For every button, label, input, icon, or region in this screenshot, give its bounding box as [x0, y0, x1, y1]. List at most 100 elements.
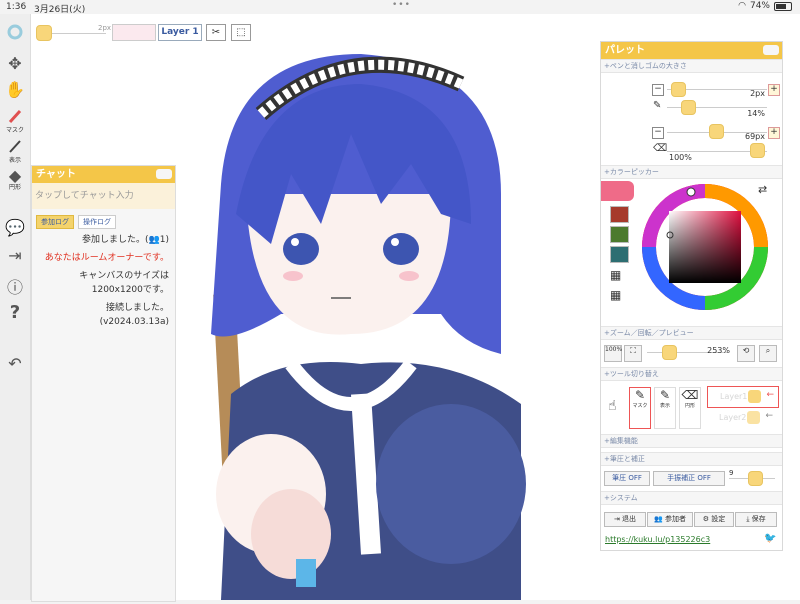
hand-correction-off-button[interactable]: 手振補正 OFF	[653, 471, 725, 486]
chat-icon[interactable]: 💬	[5, 218, 25, 237]
layer1-row[interactable]: Layer1 ←	[707, 386, 779, 408]
mask-pen-icon[interactable]: マスク	[5, 108, 25, 134]
mask-label: マスク	[5, 127, 24, 134]
shape-label: 円形	[8, 184, 21, 191]
swatch-grid-icon[interactable]: ▦	[610, 288, 621, 302]
palette-minimize-button[interactable]	[763, 45, 779, 55]
color-swatch[interactable]	[610, 226, 629, 243]
shape-tool-label: 円形	[684, 403, 695, 409]
chat-message: 接続しました。(v2024.03.13a)	[99, 303, 169, 327]
transform-icon[interactable]: ⬚	[231, 24, 251, 41]
pen-size-minus-button[interactable]: −	[652, 84, 664, 96]
current-color-swatch[interactable]	[112, 24, 156, 41]
current-color[interactable]	[601, 181, 634, 201]
scissors-icon[interactable]: ✂	[206, 24, 226, 41]
pressure-off-button[interactable]: 筆圧 OFF	[604, 471, 650, 486]
tab-join-log[interactable]: 参加ログ	[36, 215, 74, 229]
wifi-icon: ◠	[738, 1, 746, 11]
zoom-knob[interactable]	[662, 345, 677, 360]
settings-label: 設定	[711, 515, 726, 523]
section-pen-size[interactable]: +ペンと消しゴムの大きさ	[601, 59, 782, 73]
chat-input[interactable]: タップしてチャット入力	[32, 183, 175, 209]
layer1-label: Layer1	[720, 392, 748, 401]
add-swatch-icon[interactable]: ▦	[610, 268, 621, 282]
layer2-row[interactable]: Layer2 ←	[707, 408, 777, 428]
left-toolbar: ✥ ✋ マスク 表示 ◆ 円形 💬 ⇥ ⓘ ? ↶	[0, 14, 31, 600]
shape-tool-button[interactable]: ⌫ 円形	[679, 387, 701, 429]
battery-text: 74%	[749, 1, 770, 11]
multitask-dots[interactable]: •••	[392, 0, 411, 10]
eraser-size-plus-button[interactable]: +	[768, 127, 780, 139]
color-swatch[interactable]	[610, 246, 629, 263]
palette-title: パレット	[605, 45, 645, 56]
help-icon[interactable]: ?	[5, 302, 25, 323]
exit-button[interactable]: ⇥ 退出	[604, 512, 646, 527]
layer1-knob[interactable]	[748, 390, 761, 403]
view-tool-label: 表示	[659, 403, 670, 409]
move-icon[interactable]: ✥	[5, 54, 25, 73]
info-icon[interactable]: ⓘ	[5, 274, 25, 298]
dropper-icon[interactable]: 表示	[5, 138, 25, 164]
hand-tool-icon[interactable]: ☝	[608, 398, 617, 414]
correction-value: 9	[729, 469, 734, 477]
mask-tool-button[interactable]: ✎ マスク	[629, 387, 651, 429]
chat-message: あなたはルームオーナーです。	[44, 253, 169, 263]
section-tool-switch[interactable]: +ツール切り替え	[601, 367, 782, 381]
exit-icon[interactable]: ⇥	[5, 246, 25, 265]
layer2-knob[interactable]	[747, 411, 760, 424]
view-tool-button[interactable]: ✎ 表示	[654, 387, 676, 429]
section-color-picker[interactable]: +カラーピッカー	[601, 165, 782, 179]
size-slider-knob[interactable]	[36, 25, 52, 41]
chat-message: 参加しました。(👥1)	[82, 235, 169, 245]
layer1-arrow-icon[interactable]: ←	[766, 390, 774, 400]
color-wheel-icon[interactable]	[5, 24, 25, 44]
save-label: 保存	[751, 515, 766, 523]
zoom-value: 253%	[707, 346, 730, 355]
chat-minimize-button[interactable]	[156, 169, 172, 179]
layer2-arrow-icon[interactable]: ←	[765, 411, 773, 421]
section-zoom[interactable]: +ズーム／回転／プレビュー	[601, 326, 782, 340]
status-bar: 1:36 3月26日(火) ••• ◠ 74%	[0, 0, 800, 15]
save-button[interactable]: ⤓ 保存	[735, 512, 777, 527]
settings-button[interactable]: ⚙ 設定	[694, 512, 734, 527]
status-time: 1:36	[6, 2, 27, 12]
search-icon[interactable]: ⌕	[759, 345, 777, 362]
swap-color-icon[interactable]: ⇄	[758, 183, 767, 196]
view-label: 表示	[8, 157, 21, 164]
pen-size-value: 2px	[750, 89, 765, 98]
fit-screen-icon[interactable]: ⛶	[624, 345, 642, 362]
eraser-opacity-value: 100%	[669, 153, 692, 162]
section-edit[interactable]: +編集機能	[601, 434, 782, 448]
eraser-opacity-knob[interactable]	[750, 143, 765, 158]
room-link[interactable]: https://kuku.lu/p135226c3	[605, 535, 710, 544]
zoom-100-button[interactable]: 100%	[604, 345, 622, 362]
chat-panel: チャット タップしてチャット入力 参加ログ 操作ログ 参加しました。(👥1) あ…	[31, 165, 176, 602]
section-system[interactable]: +システム	[601, 491, 782, 505]
eraser-tool-icon: ⌫	[681, 388, 699, 402]
pen-tool-icon: ✎	[634, 388, 646, 402]
participants-button[interactable]: 👥 参加者	[647, 512, 693, 527]
shape-icon[interactable]: ◆ 円形	[5, 166, 25, 191]
chat-header: チャット	[32, 166, 175, 183]
undo-icon[interactable]: ↶	[5, 354, 25, 373]
pen-opacity-value: 14%	[747, 109, 765, 118]
hand-icon[interactable]: ✋	[5, 80, 25, 99]
correction-knob[interactable]	[748, 471, 763, 486]
participants-label: 参加者	[664, 515, 686, 523]
eraser-size-minus-button[interactable]: −	[652, 127, 664, 139]
eraser-icon: ⌫	[653, 143, 668, 154]
tab-operation-log[interactable]: 操作ログ	[78, 215, 116, 229]
rotate-icon[interactable]: ⟲	[737, 345, 755, 362]
pen-size-plus-button[interactable]: +	[768, 84, 780, 96]
status-right: ◠ 74%	[738, 1, 792, 11]
layer2-label: Layer2	[719, 413, 747, 422]
brush-size-bar	[36, 22, 106, 44]
size-slider-track[interactable]	[52, 32, 106, 34]
color-wheel[interactable]	[639, 181, 771, 313]
color-swatch[interactable]	[610, 206, 629, 223]
pen-size-knob[interactable]	[671, 82, 686, 97]
pen-opacity-knob[interactable]	[681, 100, 696, 115]
section-pressure[interactable]: +筆圧と補正	[601, 452, 782, 466]
layer-button[interactable]: Layer 1	[158, 24, 202, 41]
twitter-icon[interactable]: 🐦	[764, 533, 776, 544]
